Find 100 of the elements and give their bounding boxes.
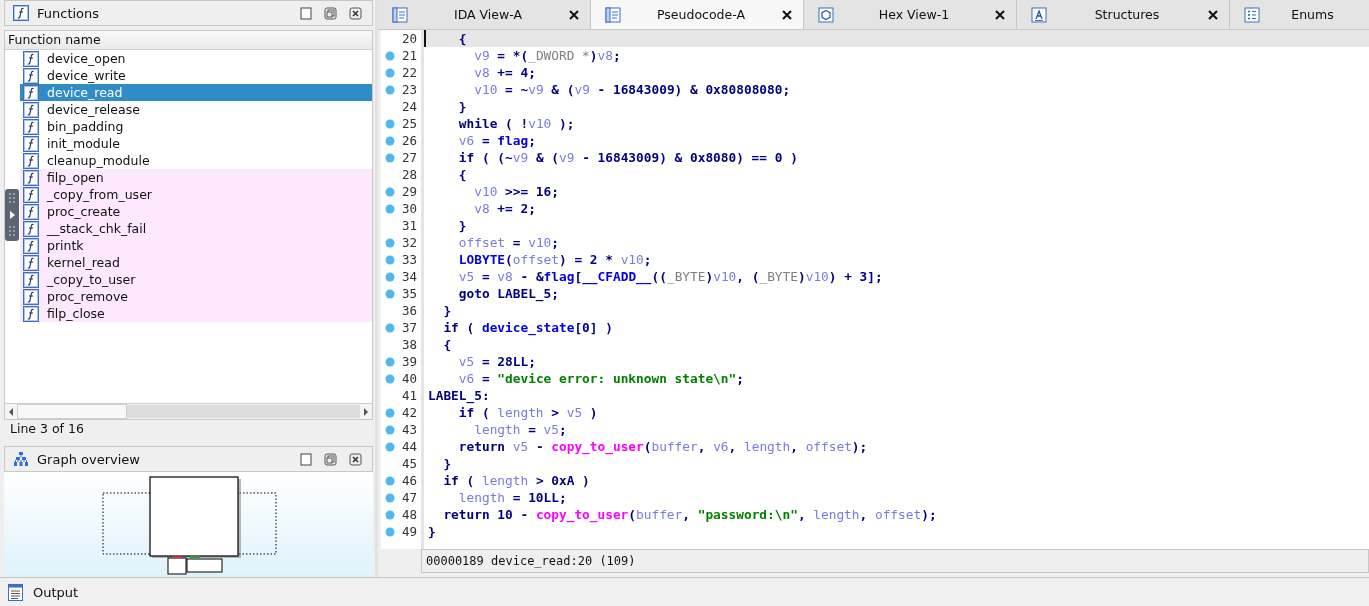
structure-icon — [1031, 6, 1047, 23]
breakpoint-marker-icon[interactable] — [385, 237, 395, 248]
function-icon — [23, 152, 39, 169]
line-number: 35 — [401, 286, 417, 301]
float-button[interactable] — [322, 4, 339, 22]
close-icon[interactable] — [568, 8, 580, 21]
column-header[interactable]: Function name — [5, 31, 372, 50]
function-icon — [23, 237, 39, 254]
line-number: 31 — [401, 218, 417, 233]
function-row[interactable]: device_open — [20, 50, 372, 67]
function-row[interactable]: __stack_chk_fail — [20, 220, 372, 237]
breakpoint-marker-icon[interactable] — [385, 526, 395, 537]
breakpoint-marker-icon[interactable] — [385, 424, 395, 435]
function-row[interactable]: device_release — [20, 101, 372, 118]
close-icon[interactable] — [994, 8, 1006, 21]
function-row[interactable]: printk — [20, 237, 372, 254]
code-line: v5 = 28LL; — [457, 353, 537, 370]
function-name: bin_padding — [47, 119, 124, 134]
function-row[interactable]: _copy_from_user — [20, 186, 372, 203]
code-line: LOBYTE(offset) = 2 * v10; — [457, 251, 653, 268]
function-name: __stack_chk_fail — [47, 221, 147, 236]
code-line: if ( length > 0xA ) — [442, 472, 591, 489]
code-line: goto LABEL_5; — [457, 285, 560, 302]
function-row[interactable]: bin_padding — [20, 118, 372, 135]
function-icon — [23, 169, 39, 186]
function-row[interactable]: device_write — [20, 67, 372, 84]
function-row[interactable]: proc_create — [20, 203, 372, 220]
float-button[interactable] — [322, 450, 339, 468]
function-name: device_release — [47, 102, 140, 117]
breakpoint-marker-icon[interactable] — [385, 203, 395, 214]
function-row[interactable]: device_read — [20, 84, 372, 101]
function-row[interactable]: _copy_to_user — [20, 271, 372, 288]
line-number: 40 — [401, 371, 417, 386]
breakpoint-marker-icon[interactable] — [385, 152, 395, 163]
breakpoint-marker-icon[interactable] — [385, 373, 395, 384]
function-icon — [23, 67, 39, 84]
function-icon — [13, 5, 29, 21]
tab[interactable]: Pseudocode-A — [591, 0, 804, 29]
function-name: init_module — [47, 136, 120, 151]
line-number: 48 — [401, 507, 417, 522]
breakpoint-marker-icon[interactable] — [385, 186, 395, 197]
line-number: 45 — [401, 456, 417, 471]
line-status: Line 3 of 16 — [9, 420, 85, 438]
function-row[interactable]: kernel_read — [20, 254, 372, 271]
code-line: } — [427, 523, 437, 540]
line-number: 22 — [401, 65, 417, 80]
breakpoint-marker-icon[interactable] — [385, 118, 395, 129]
line-number: 43 — [401, 422, 417, 437]
function-icon — [23, 288, 39, 305]
horizontal-scrollbar[interactable] — [5, 403, 372, 419]
line-number: 33 — [401, 252, 417, 267]
graph-overview-drawing[interactable] — [101, 476, 278, 576]
dock-handle[interactable] — [5, 189, 19, 241]
line-number: 24 — [401, 99, 417, 114]
function-icon — [23, 118, 39, 135]
breakpoint-marker-icon[interactable] — [385, 509, 395, 520]
tree-icon — [13, 451, 29, 467]
breakpoint-marker-icon[interactable] — [385, 84, 395, 95]
breakpoint-marker-icon[interactable] — [385, 135, 395, 146]
breakpoint-marker-icon[interactable] — [385, 475, 395, 486]
function-icon — [23, 271, 39, 288]
breakpoint-marker-icon[interactable] — [385, 254, 395, 265]
function-row[interactable]: cleanup_module — [20, 152, 372, 169]
breakpoint-marker-icon[interactable] — [385, 322, 395, 333]
function-row[interactable]: init_module — [20, 135, 372, 152]
function-row[interactable]: filp_open — [20, 169, 372, 186]
code-line: v5 = v8 - &flag[__CFADD__((_BYTE)v10, (_BYTE)v10) + 3]; — [457, 268, 884, 285]
breakpoint-marker-icon[interactable] — [385, 492, 395, 503]
line-number: 49 — [401, 524, 417, 539]
line-number: 38 — [401, 337, 417, 352]
code-line: v10 >>= 16; — [473, 183, 560, 200]
function-icon — [23, 203, 39, 220]
function-row[interactable]: proc_remove — [20, 288, 372, 305]
line-number: 32 — [401, 235, 417, 250]
breakpoint-marker-icon[interactable] — [385, 67, 395, 78]
code-line: v8 += 4; — [473, 64, 537, 81]
function-name: _copy_from_user — [47, 187, 152, 202]
code-line: if ( device_state[0] ) — [442, 319, 614, 336]
function-icon — [23, 84, 39, 101]
close-button[interactable] — [347, 4, 364, 22]
breakpoint-marker-icon[interactable] — [385, 356, 395, 367]
breakpoint-marker-icon[interactable] — [385, 288, 395, 299]
breakpoint-marker-icon[interactable] — [385, 50, 395, 61]
breakpoint-marker-icon[interactable] — [385, 407, 395, 418]
maximize-button[interactable] — [298, 450, 314, 468]
code-line: if ( length > v5 ) — [457, 404, 599, 421]
document-icon — [392, 6, 408, 23]
function-name: printk — [47, 238, 84, 253]
breakpoint-marker-icon[interactable] — [385, 271, 395, 282]
close-button[interactable] — [347, 450, 364, 468]
breakpoint-marker-icon[interactable] — [385, 441, 395, 452]
function-row[interactable]: filp_close — [20, 305, 372, 322]
line-number: 23 — [401, 82, 417, 97]
close-icon[interactable] — [1207, 8, 1219, 21]
code-line: if ( (~v9 & (v9 - 16843009) & 0x8080) == 0 ) — [457, 149, 799, 166]
maximize-button[interactable] — [298, 4, 314, 22]
function-icon — [23, 50, 39, 67]
function-name: device_open — [47, 51, 126, 66]
close-icon[interactable] — [781, 8, 793, 21]
code-line: return v5 - copy_to_user(buffer, v6, length, offset); — [457, 438, 869, 455]
